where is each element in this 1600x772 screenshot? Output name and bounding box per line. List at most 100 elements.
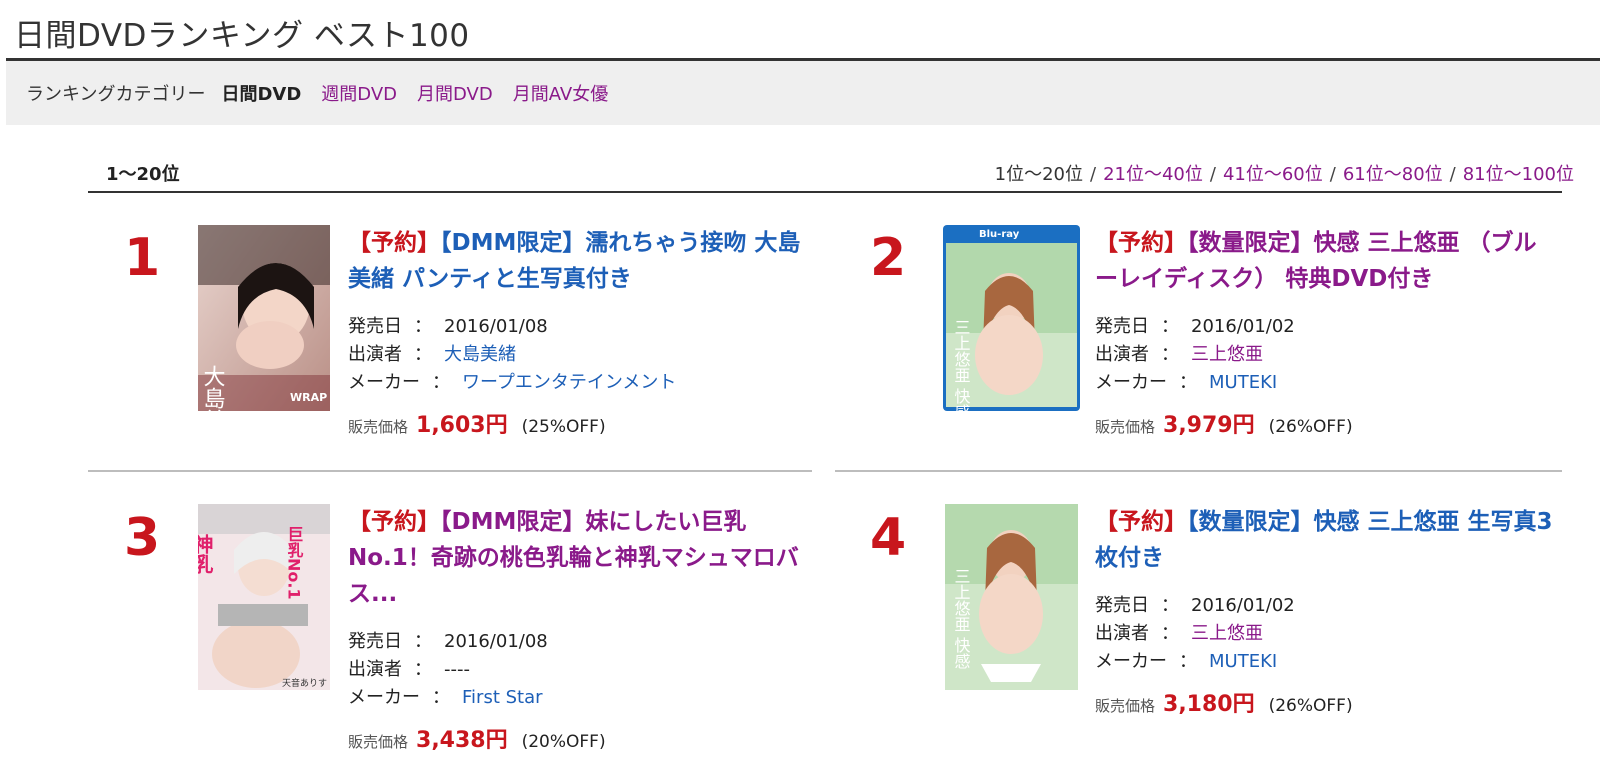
price-value: 3,180円	[1163, 692, 1255, 717]
meta-colon: ：	[432, 687, 450, 708]
rank-pager: 1位〜20位 / 21位〜40位 / 41位〜60位 / 61位〜80位 / 81位〜100位	[995, 160, 1574, 186]
product-thumbnail[interactable]: 大島美緒 WRAP	[198, 225, 330, 411]
product-title[interactable]: 【予約】【DMM限定】妹にしたい巨乳No.1！奇跡の桃色乳輪と神乳マシュマロバス…	[348, 504, 810, 612]
pager-link-41-60[interactable]: 41位〜60位	[1223, 164, 1323, 185]
meta-colon: ：	[414, 344, 432, 365]
maker-label: メーカー	[1095, 372, 1167, 393]
meta-colon: ：	[1179, 372, 1197, 393]
rank-number: 4	[870, 508, 907, 568]
product-meta: 発売日 ： 2016/01/02 出演者 ： 三上悠亜 メーカー ： MUTEKI	[1095, 313, 1557, 397]
product-thumbnail[interactable]: Blu-ray 三上悠亜 快感	[943, 225, 1080, 411]
category-current-daily-dvd: 日間DVD	[221, 84, 302, 105]
product-meta: 発売日 ： 2016/01/08 出演者 ： 大島美緒 メーカー ： ワープエンタテインメン…	[348, 313, 810, 397]
release-label: 発売日	[348, 316, 402, 337]
product-info: 【予約】【DMM限定】濡れちゃう接吻 大島美緒 パンティと生写真付き 発売日 ： 2…	[348, 225, 810, 439]
reservation-tag: 【予約】	[1095, 509, 1187, 535]
row-divider-left	[88, 470, 812, 472]
meta-colon: ：	[1161, 316, 1179, 337]
price-row: 販売価格 3,979円 (26%OFF)	[1095, 407, 1557, 439]
release-date: 2016/01/08	[444, 631, 548, 652]
price-row: 販売価格 3,438円 (20%OFF)	[348, 722, 810, 754]
pager-separator: /	[1449, 164, 1456, 185]
cast-link[interactable]: 三上悠亜	[1191, 344, 1263, 365]
price-value: 3,438円	[416, 728, 508, 753]
pager-link-61-80[interactable]: 61位〜80位	[1343, 164, 1443, 185]
meta-colon: ：	[414, 659, 432, 680]
cover-title-text: 三上悠亜 快感	[952, 568, 971, 669]
price-value: 3,979円	[1163, 413, 1255, 438]
product-thumbnail[interactable]: 神乳 巨乳No.1 天音ありす	[198, 504, 330, 690]
release-label: 発売日	[348, 631, 402, 652]
cast-link[interactable]: 三上悠亜	[1191, 623, 1263, 644]
maker-link[interactable]: MUTEKI	[1209, 651, 1277, 672]
cover-title-text: 三上悠亜 快感	[952, 319, 971, 411]
product-thumbnail[interactable]: 三上悠亜 快感	[945, 504, 1078, 690]
price-row: 販売価格 1,603円 (25%OFF)	[348, 407, 810, 439]
product-title[interactable]: 【予約】【数量限定】快感 三上悠亜 生写真3枚付き	[1095, 504, 1557, 576]
category-link-monthly-dvd[interactable]: 月間DVD	[417, 80, 493, 106]
pager-link-81-100[interactable]: 81位〜100位	[1463, 164, 1574, 185]
release-label: 発売日	[1095, 316, 1149, 337]
maker-link[interactable]: MUTEKI	[1209, 372, 1277, 393]
pager-separator: /	[1089, 164, 1097, 185]
cover-badge-text: 天音ありす	[282, 677, 327, 689]
discount-text: (26%OFF)	[1268, 696, 1353, 716]
meta-colon: ：	[1161, 623, 1179, 644]
release-date: 2016/01/02	[1191, 316, 1295, 337]
cast-link[interactable]: 大島美緒	[444, 344, 516, 365]
product-meta: 発売日 ： 2016/01/02 出演者 ： 三上悠亜 メーカー ： MUTEKI	[1095, 592, 1557, 676]
pager-separator: /	[1329, 164, 1336, 185]
category-label: ランキングカテゴリー	[26, 84, 206, 105]
cover-subtitle-text: 巨乳No.1	[285, 526, 304, 600]
row-divider-right	[835, 470, 1562, 472]
rank-number: 3	[124, 508, 161, 568]
cast-label: 出演者	[348, 344, 402, 365]
cover-image: Blu-ray 三上悠亜 快感	[943, 225, 1080, 411]
cast-label: 出演者	[1095, 344, 1149, 365]
category-link-weekly-dvd[interactable]: 週間DVD	[321, 80, 397, 106]
discount-text: (20%OFF)	[521, 732, 606, 752]
release-label: 発売日	[1095, 595, 1149, 616]
maker-link[interactable]: ワープエンタテインメント	[462, 372, 676, 393]
pager-link-21-40[interactable]: 21位〜40位	[1103, 164, 1203, 185]
cover-title-text: 神乳	[198, 533, 214, 574]
cover-image: 大島美緒 WRAP	[198, 225, 330, 411]
category-link-monthly-actress[interactable]: 月間AV女優	[513, 80, 608, 106]
meta-colon: ：	[1179, 651, 1197, 672]
rank-number: 1	[124, 228, 161, 288]
cast-label: 出演者	[1095, 623, 1149, 644]
meta-colon: ：	[1161, 595, 1179, 616]
cast-label: 出演者	[348, 659, 402, 680]
pager-current: 1位〜20位	[994, 164, 1083, 185]
reservation-tag: 【予約】	[1095, 230, 1187, 256]
product-meta: 発売日 ： 2016/01/08 出演者 ： ---- メーカー ： First Star	[348, 628, 810, 712]
cover-title-text: 大島美緒	[200, 365, 226, 411]
range-title: 1〜20位	[106, 164, 180, 185]
price-label: 販売価格	[348, 418, 409, 436]
release-date: 2016/01/02	[1191, 595, 1295, 616]
maker-label: メーカー	[1095, 651, 1167, 672]
cast-value: ----	[444, 659, 470, 680]
product-title[interactable]: 【予約】【数量限定】快感 三上悠亜 （ブルーレイディスク） 特典DVD付き	[1095, 225, 1557, 297]
maker-link[interactable]: First Star	[462, 687, 543, 708]
price-label: 販売価格	[348, 733, 409, 751]
meta-colon: ：	[1161, 344, 1179, 365]
release-date: 2016/01/08	[444, 316, 548, 337]
maker-label: メーカー	[348, 372, 420, 393]
discount-text: (26%OFF)	[1268, 417, 1353, 437]
meta-colon: ：	[414, 631, 432, 652]
price-value: 1,603円	[416, 413, 508, 438]
price-row: 販売価格 3,180円 (26%OFF)	[1095, 686, 1557, 718]
cover-badge-text: WRAP	[290, 391, 327, 404]
product-info: 【予約】【DMM限定】妹にしたい巨乳No.1！奇跡の桃色乳輪と神乳マシュマロバス…	[348, 504, 810, 754]
category-bar: ランキングカテゴリー 日間DVD 週間DVD 月間DVD 月間AV女優	[6, 61, 1600, 125]
page-title: 日間DVDランキング ベスト100	[14, 18, 470, 54]
section-divider	[88, 191, 1562, 193]
reservation-tag: 【予約】	[348, 509, 440, 535]
product-title[interactable]: 【予約】【DMM限定】濡れちゃう接吻 大島美緒 パンティと生写真付き	[348, 225, 810, 297]
cover-image: 三上悠亜 快感	[945, 504, 1078, 690]
meta-colon: ：	[432, 372, 450, 393]
price-label: 販売価格	[1095, 418, 1156, 436]
product-info: 【予約】【数量限定】快感 三上悠亜 生写真3枚付き 発売日 ： 2016/01/02…	[1095, 504, 1557, 718]
reservation-tag: 【予約】	[348, 230, 440, 256]
